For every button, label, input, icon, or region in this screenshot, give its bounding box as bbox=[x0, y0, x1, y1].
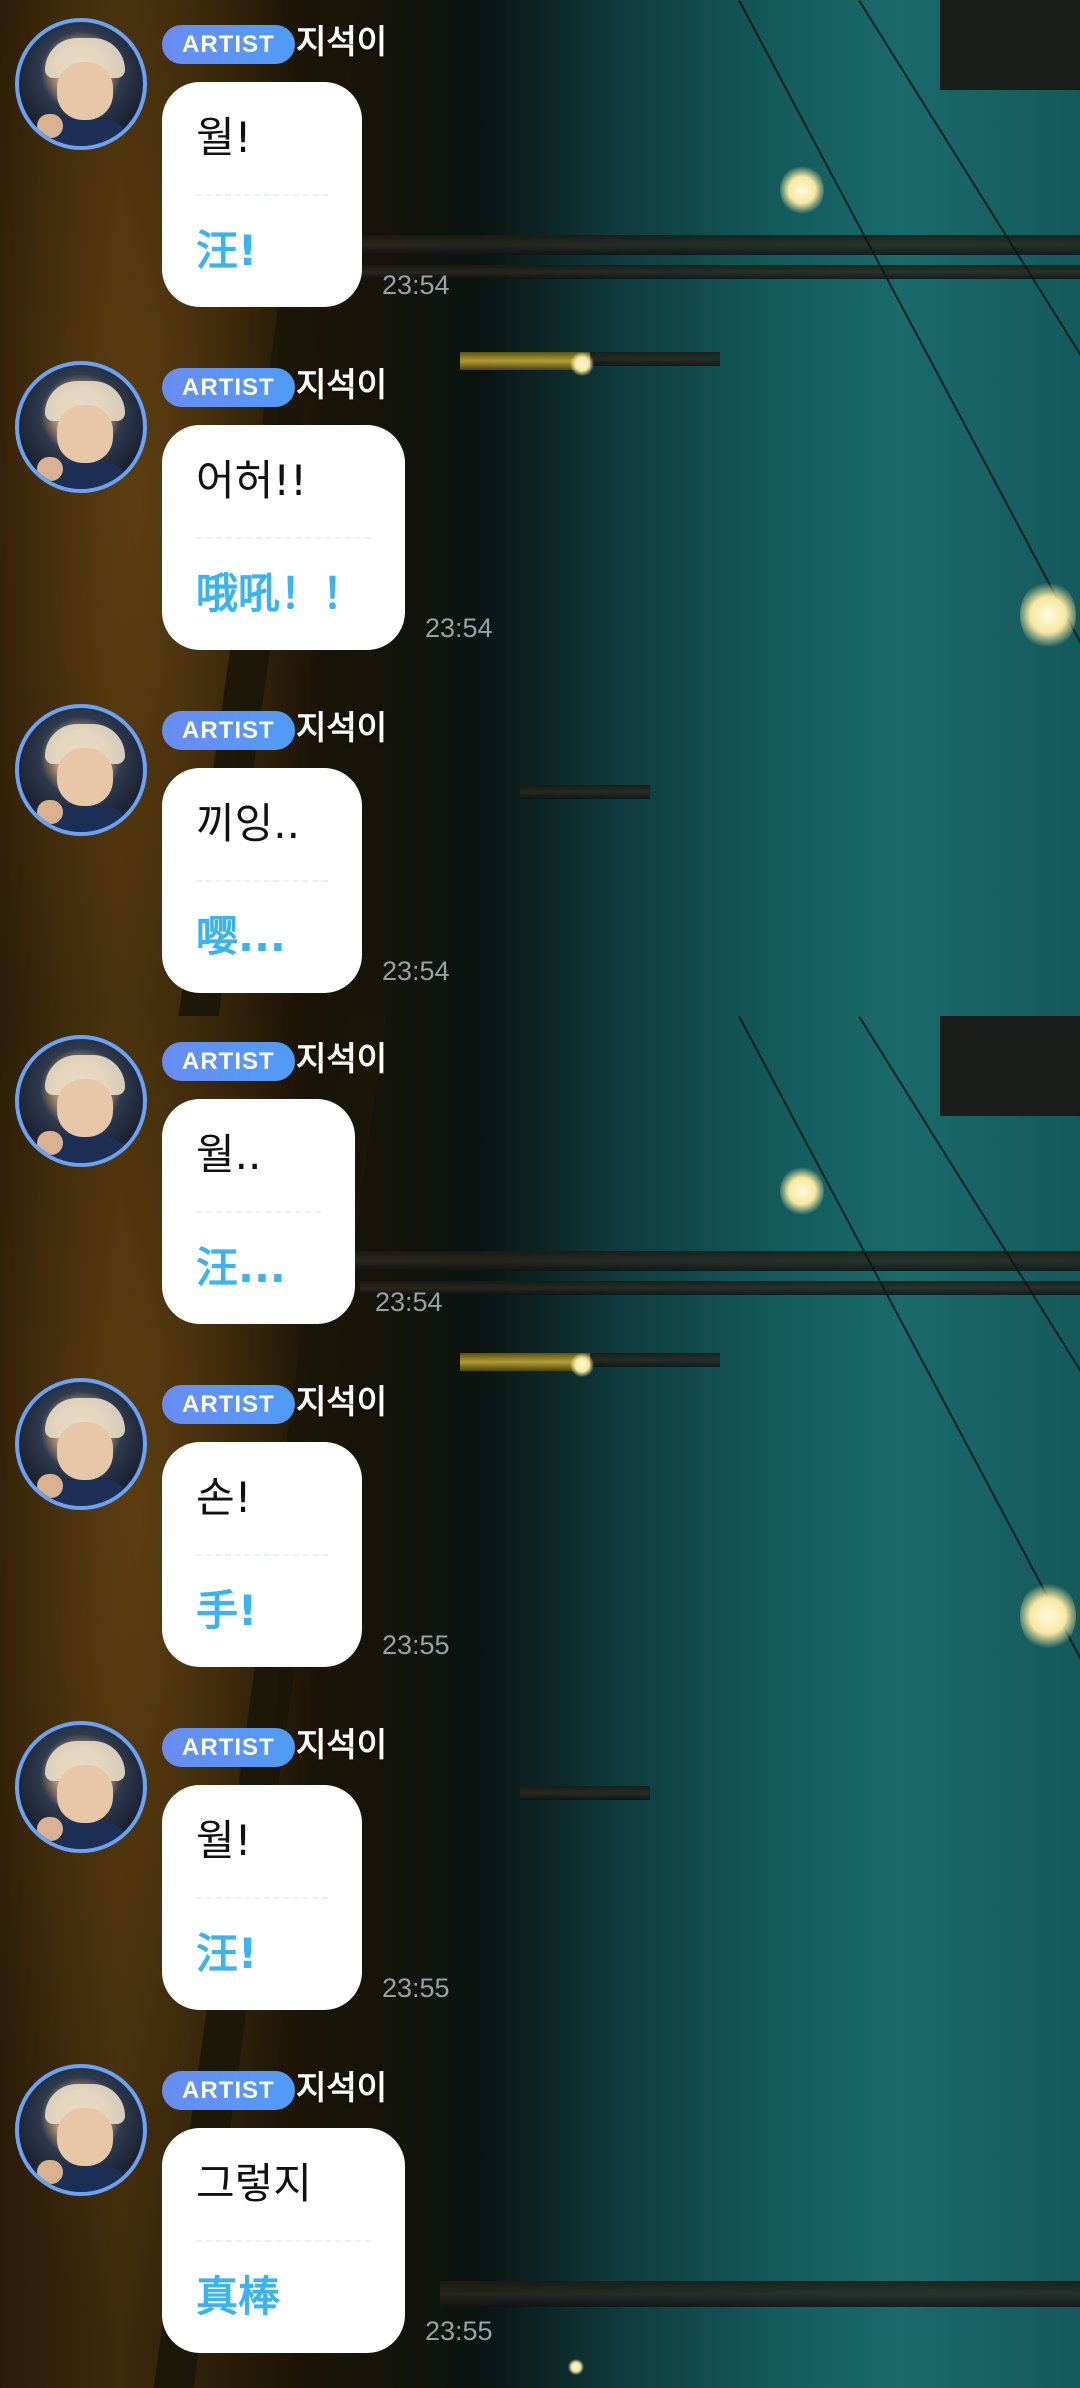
message-timestamp: 23:55 bbox=[425, 2316, 493, 2346]
message-timestamp: 23:54 bbox=[382, 270, 450, 300]
artist-avatar[interactable] bbox=[15, 361, 147, 493]
message-original-text: 월! bbox=[196, 82, 328, 196]
message-translation-text: 汪! bbox=[196, 226, 258, 275]
message-timestamp: 23:55 bbox=[382, 1973, 450, 2003]
sender-name: 지석이 bbox=[296, 1039, 388, 1078]
message-original-text: 월.. bbox=[196, 1099, 321, 1213]
artist-badge: ARTIST bbox=[162, 25, 295, 64]
artist-avatar[interactable] bbox=[15, 1035, 147, 1167]
message-bubble[interactable]: 월.. 汪... bbox=[162, 1099, 355, 1324]
message-translation-text: 汪... bbox=[196, 1243, 286, 1292]
artist-badge: ARTIST bbox=[162, 1385, 295, 1424]
message-bubble[interactable]: 어허!! 哦吼！！ bbox=[162, 425, 405, 650]
chat-message: ARTIST 지석이 그렇지 真棒 23:55 bbox=[0, 2046, 1080, 2376]
artist-badge: ARTIST bbox=[162, 711, 295, 750]
message-translation-text: 真棒 bbox=[196, 2272, 281, 2321]
message-bubble[interactable]: 손! 手! bbox=[162, 1442, 362, 1667]
chat-message: ARTIST 지석이 손! 手! 23:55 bbox=[0, 1360, 1080, 1690]
sender-name: 지석이 bbox=[296, 708, 388, 747]
artist-avatar[interactable] bbox=[15, 704, 147, 836]
sender-name: 지석이 bbox=[296, 1725, 388, 1764]
message-original-text: 그렇지 bbox=[196, 2128, 371, 2242]
artist-avatar[interactable] bbox=[15, 2064, 147, 2196]
artist-badge: ARTIST bbox=[162, 1728, 295, 1767]
chat-message: ARTIST 지석이 월! 汪! 23:55 bbox=[0, 1703, 1080, 2033]
message-bubble[interactable]: 그렇지 真棒 bbox=[162, 2128, 405, 2353]
message-original-text: 끼잉.. bbox=[196, 768, 328, 882]
message-bubble[interactable]: 월! 汪! bbox=[162, 1785, 362, 2010]
artist-avatar[interactable] bbox=[15, 18, 147, 150]
message-timestamp: 23:54 bbox=[375, 1287, 443, 1317]
artist-badge: ARTIST bbox=[162, 2071, 295, 2110]
message-bubble[interactable]: 끼잉.. 嘤... bbox=[162, 768, 362, 993]
message-timestamp: 23:54 bbox=[382, 956, 450, 986]
message-translation-text: 汪! bbox=[196, 1929, 258, 1978]
message-translation-text: 嘤... bbox=[196, 912, 286, 961]
message-translation-text: 哦吼！！ bbox=[196, 569, 365, 618]
message-translation-text: 手! bbox=[196, 1586, 258, 1635]
artist-badge: ARTIST bbox=[162, 1042, 295, 1081]
chat-message: ARTIST 지석이 끼잉.. 嘤... 23:54 bbox=[0, 686, 1080, 1016]
message-original-text: 월! bbox=[196, 1785, 328, 1899]
artist-avatar[interactable] bbox=[15, 1378, 147, 1510]
message-original-text: 어허!! bbox=[196, 425, 371, 539]
message-timestamp: 23:55 bbox=[382, 1630, 450, 1660]
sender-name: 지석이 bbox=[296, 22, 388, 61]
chat-message: ARTIST 지석이 어허!! 哦吼！！ 23:54 bbox=[0, 343, 1080, 673]
message-original-text: 손! bbox=[196, 1442, 328, 1556]
chat-message: ARTIST 지석이 월! 汪! 23:54 bbox=[0, 0, 1080, 330]
sender-name: 지석이 bbox=[296, 1382, 388, 1421]
message-timestamp: 23:54 bbox=[425, 613, 493, 643]
artist-badge: ARTIST bbox=[162, 368, 295, 407]
message-bubble[interactable]: 월! 汪! bbox=[162, 82, 362, 307]
artist-avatar[interactable] bbox=[15, 1721, 147, 1853]
chat-message: ARTIST 지석이 월.. 汪... 23:54 bbox=[0, 1017, 1080, 1347]
sender-name: 지석이 bbox=[296, 2068, 388, 2107]
sender-name: 지석이 bbox=[296, 365, 388, 404]
